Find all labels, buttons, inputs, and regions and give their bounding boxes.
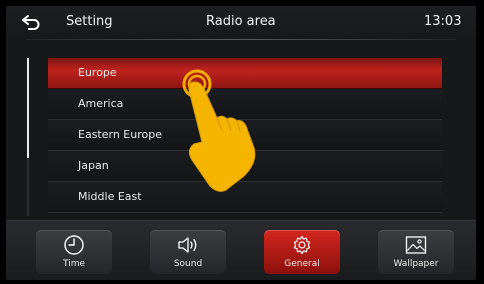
clock-icon	[64, 235, 84, 255]
bottom-nav-bar: Time Sound General Wallpaper	[6, 220, 476, 280]
back-button[interactable]	[20, 13, 42, 33]
list-item-label: Middle East	[78, 190, 142, 203]
tab-label: Time	[62, 259, 86, 269]
list-item-label: Eastern Europe	[78, 128, 162, 141]
clock-time: 13:03	[424, 14, 462, 29]
header-divider	[26, 39, 456, 40]
back-arrow-icon	[22, 15, 40, 30]
tab-label: Wallpaper	[393, 259, 439, 269]
list-item-label: Japan	[78, 159, 109, 172]
gear-icon	[293, 235, 311, 255]
speaker-icon	[178, 237, 197, 253]
setting-label: Setting	[66, 14, 113, 29]
header-bar: Setting Radio area 13:03	[6, 6, 476, 40]
tap-gesture-hand-icon	[182, 69, 256, 192]
tab-sound[interactable]: Sound	[150, 230, 226, 274]
page-title: Radio area	[206, 14, 276, 29]
tab-label: Sound	[173, 259, 203, 269]
image-icon	[405, 236, 427, 254]
scrollbar-thumb[interactable]	[27, 58, 29, 158]
tab-time[interactable]: Time	[36, 230, 112, 274]
tab-general[interactable]: General	[264, 230, 340, 274]
list-item-label: Europe	[78, 66, 117, 79]
radio-area-screen: Setting Radio area 13:03 Europe America …	[6, 6, 476, 280]
list-item-label: America	[78, 97, 124, 110]
tab-wallpaper[interactable]: Wallpaper	[378, 230, 454, 274]
tab-label: General	[284, 259, 320, 269]
